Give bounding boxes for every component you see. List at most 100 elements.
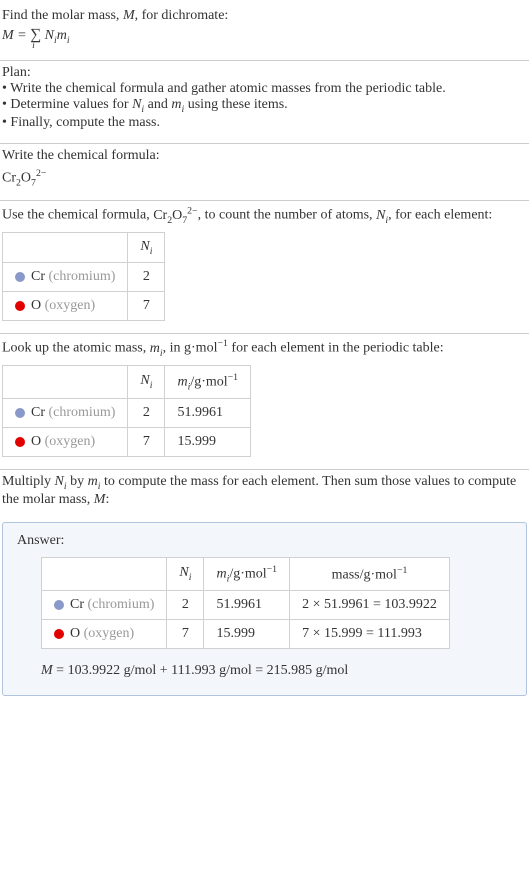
ahN: N xyxy=(179,565,188,580)
header-m: mi/g·mol−1 xyxy=(204,558,290,591)
result-M: M xyxy=(41,661,53,680)
sigma-index: i xyxy=(32,40,35,51)
count-charge: 2− xyxy=(187,205,197,216)
empty-header xyxy=(3,232,128,263)
circle-icon xyxy=(54,629,64,639)
ahm: m xyxy=(216,567,226,582)
molar-mass-formula: M = ∑i Nimi xyxy=(2,24,527,48)
chem-charge: 2− xyxy=(36,168,46,179)
lookup-mid: , in g·mol xyxy=(163,341,218,356)
answer-result: M = 103.9922 g/mol + 111.993 g/mol = 215… xyxy=(41,663,512,679)
cr-label: Cr xyxy=(31,269,45,284)
circle-icon xyxy=(15,408,25,418)
count-end: , for each element: xyxy=(388,208,492,223)
plan-item-2: • Determine values for Ni and mi using t… xyxy=(2,97,527,115)
plan-item-1: • Write the chemical formula and gather … xyxy=(2,81,527,97)
cr-cell: Cr (chromium) xyxy=(3,399,128,428)
o-mass: 15.999 xyxy=(204,620,290,649)
mult-N: N xyxy=(55,472,64,491)
intro-text-end: , for dichromate: xyxy=(135,8,229,23)
acr-label: Cr xyxy=(70,597,84,612)
lhNsub: i xyxy=(150,380,153,391)
o-label: O xyxy=(31,298,41,313)
o-name: (oxygen) xyxy=(41,298,95,313)
circle-icon xyxy=(54,600,64,610)
header-N: Ni xyxy=(128,365,165,398)
header-m: mi/g·mol−1 xyxy=(165,365,251,398)
count-mid: , to count the number of atoms, xyxy=(198,208,376,223)
formula-M: M xyxy=(2,28,14,43)
write-formula-section: Write the chemical formula: Cr2O72− xyxy=(0,144,529,201)
count-cr: Cr xyxy=(153,208,167,223)
o-count: 7 xyxy=(128,428,165,457)
table-row: Ni mi/g·mol−1 mass/g·mol−1 xyxy=(42,558,450,591)
table-row: Cr (chromium) 2 51.9961 xyxy=(3,399,251,428)
table-row: O (oxygen) 7 15.999 xyxy=(3,428,251,457)
table-row: O (oxygen) 7 15.999 7 × 15.999 = 111.993 xyxy=(42,620,450,649)
chem-cr: Cr xyxy=(2,170,16,185)
o-cell: O (oxygen) xyxy=(3,292,128,321)
lhm-unit: /g·mol xyxy=(190,374,227,389)
hNsub: i xyxy=(150,245,153,256)
mult-end: : xyxy=(105,492,109,507)
ahmass: mass/g·mol xyxy=(332,568,397,583)
answer-label: Answer: xyxy=(17,533,512,549)
cr-cell: Cr (chromium) xyxy=(3,263,128,292)
lcr-label: Cr xyxy=(31,405,45,420)
lookup-pre: Look up the atomic mass, xyxy=(2,341,150,356)
table-row: O (oxygen) 7 xyxy=(3,292,165,321)
ahNsub: i xyxy=(189,572,192,583)
count-text: Use the chemical formula, Cr2O72−, to co… xyxy=(2,205,527,225)
mult-mid: by xyxy=(67,474,88,489)
o-mass: 15.999 xyxy=(165,428,251,457)
cr-name: (chromium) xyxy=(45,269,115,284)
intro-var-M: M xyxy=(123,6,135,25)
lookup-section: Look up the atomic mass, mi, in g·mol−1 … xyxy=(0,334,529,470)
o-cell: O (oxygen) xyxy=(42,620,167,649)
lookup-text: Look up the atomic mass, mi, in g·mol−1 … xyxy=(2,338,527,358)
mult-M: M xyxy=(94,490,106,509)
lo-name: (oxygen) xyxy=(41,434,95,449)
o-cell: O (oxygen) xyxy=(3,428,128,457)
lo-label: O xyxy=(31,434,41,449)
write-formula-header: Write the chemical formula: xyxy=(2,148,527,164)
cr-mass: 51.9961 xyxy=(204,591,290,620)
intro-line: Find the molar mass, M, for dichromate: xyxy=(2,8,527,24)
formula-m-sub: i xyxy=(67,35,70,46)
lookup-m: m xyxy=(150,339,160,358)
circle-icon xyxy=(15,301,25,311)
chemical-formula: Cr2O72− xyxy=(2,164,527,188)
multiply-text: Multiply Ni by mi to compute the mass fo… xyxy=(2,474,527,508)
count-N: N xyxy=(376,206,385,225)
empty-header xyxy=(3,365,128,398)
plan-section: Plan: • Write the chemical formula and g… xyxy=(0,61,529,144)
count-pre: Use the chemical formula, xyxy=(2,208,153,223)
ao-label: O xyxy=(70,626,80,641)
answer-box: Answer: Ni mi/g·mol−1 mass/g·mol−1 Cr (c… xyxy=(2,522,527,696)
formula-m: m xyxy=(57,28,67,43)
plan-header: Plan: xyxy=(2,65,527,81)
circle-icon xyxy=(15,272,25,282)
table-row: Cr (chromium) 2 xyxy=(3,263,165,292)
formula-N: N xyxy=(41,28,54,43)
cr-cell: Cr (chromium) xyxy=(42,591,167,620)
circle-icon xyxy=(15,437,25,447)
table-row: Ni xyxy=(3,232,165,263)
header-mass: mass/g·mol−1 xyxy=(290,558,450,591)
lookup-exp: −1 xyxy=(217,338,227,349)
o-count: 7 xyxy=(167,620,204,649)
lhN: N xyxy=(140,373,149,388)
count-table: Ni Cr (chromium) 2 O (oxygen) 7 xyxy=(2,232,165,322)
empty-header xyxy=(42,558,167,591)
mult-m: m xyxy=(88,472,98,491)
ahm-exp: −1 xyxy=(267,564,277,575)
table-row: Ni mi/g·mol−1 xyxy=(3,365,251,398)
count-section: Use the chemical formula, Cr2O72−, to co… xyxy=(0,201,529,334)
cr-count: 2 xyxy=(167,591,204,620)
ahmass-exp: −1 xyxy=(397,565,407,576)
cr-calc: 2 × 51.9961 = 103.9922 xyxy=(290,591,450,620)
result-eq: = 103.9922 g/mol + 111.993 g/mol = 215.9… xyxy=(53,663,349,678)
hN: N xyxy=(140,239,149,254)
table-row: Cr (chromium) 2 51.9961 2 × 51.9961 = 10… xyxy=(42,591,450,620)
header-N: Ni xyxy=(128,232,165,263)
